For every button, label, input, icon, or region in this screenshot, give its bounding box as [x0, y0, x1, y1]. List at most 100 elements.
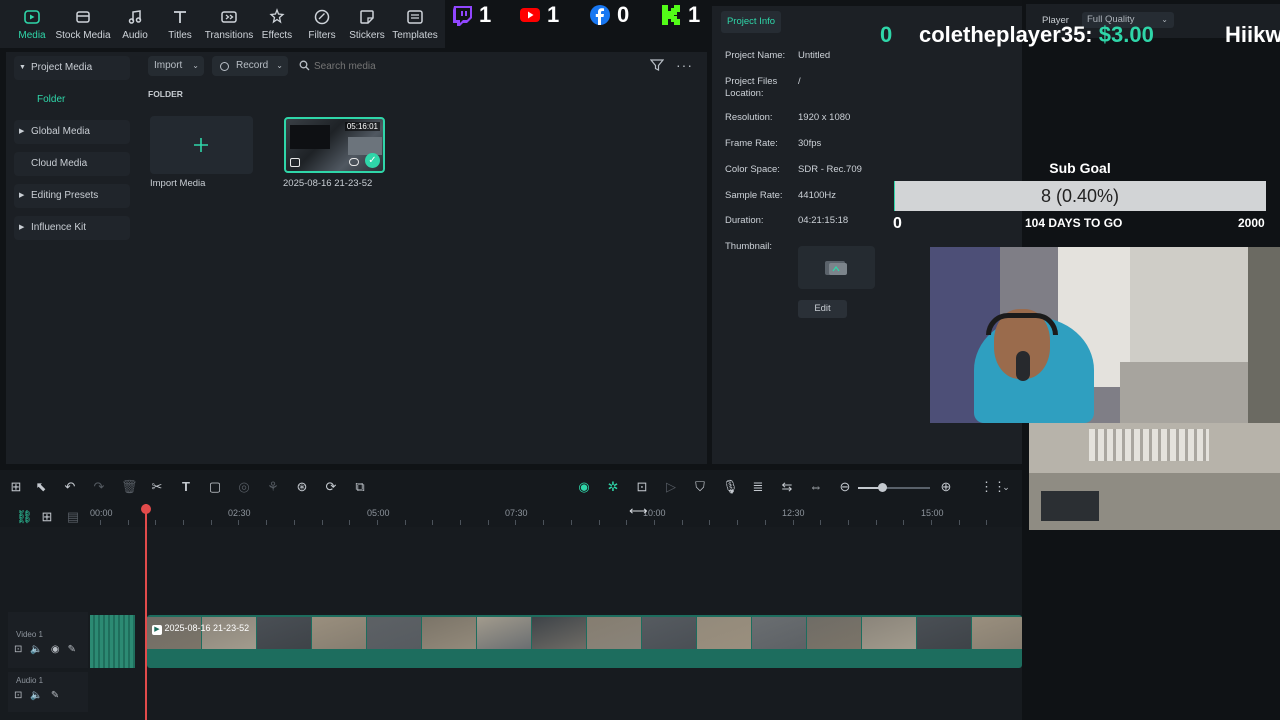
- sidebar-item-project-media[interactable]: ▼ Project Media: [14, 56, 130, 80]
- ruler-tick: [571, 520, 572, 525]
- track-edit-icon[interactable]: ✎: [68, 644, 84, 655]
- snap-icon[interactable]: ✲: [606, 480, 620, 494]
- ruler-tick: [183, 520, 184, 525]
- eye-icon[interactable]: ◉: [51, 644, 68, 655]
- edit-thumbnail-button[interactable]: Edit: [798, 300, 847, 318]
- tab-templates[interactable]: Templates: [387, 8, 443, 41]
- ruler-label: 02:30: [228, 508, 251, 518]
- replace-icon[interactable]: ⇆: [780, 480, 794, 494]
- tab-stickers-label: Stickers: [349, 30, 385, 41]
- youtube-counter: 1: [519, 2, 559, 28]
- plus-icon: [194, 138, 208, 152]
- lock-icon[interactable]: ⊡: [14, 644, 30, 655]
- thumbnail-frame: [348, 137, 382, 155]
- search-media-input[interactable]: [314, 57, 639, 75]
- webcam-feed: [930, 247, 1248, 423]
- playhead-handle[interactable]: [141, 504, 151, 514]
- ruler-tick: [100, 520, 101, 525]
- clip-frame: [917, 617, 971, 649]
- mute-icon[interactable]: 🔈: [30, 690, 50, 701]
- app-window: Media Stock Media Audio Titles Transitio…: [0, 0, 1280, 720]
- zoom-in-icon[interactable]: ⊕: [939, 480, 953, 494]
- audio-track-controls[interactable]: ⊡🔈✎: [14, 690, 67, 701]
- link-icon[interactable]: ⛓: [16, 510, 33, 524]
- play-preview-icon[interactable]: ▷: [664, 480, 678, 494]
- sidebar-item-label: Global Media: [31, 126, 90, 137]
- record-dropdown[interactable]: Record ⌄: [212, 56, 288, 76]
- stock-media-icon: [76, 11, 90, 23]
- fit-timeline-icon[interactable]: ⇔: [809, 480, 823, 494]
- sidebar-item-editing-presets[interactable]: ▶ Editing Presets: [14, 184, 130, 208]
- youtube-icon: [520, 8, 540, 22]
- tab-stock-media[interactable]: Stock Media: [55, 8, 111, 41]
- speed-icon[interactable]: ⟳: [324, 480, 338, 494]
- ai-tool-icon[interactable]: ⊛: [295, 480, 309, 494]
- chevron-down-icon[interactable]: ⌄: [999, 480, 1013, 494]
- chevron-down-icon: ⌄: [192, 61, 199, 70]
- video-track-controls[interactable]: ⊡🔈◉✎: [14, 644, 84, 655]
- sidebar-item-global-media[interactable]: ▶ Global Media: [14, 120, 130, 144]
- tab-project-info[interactable]: Project Info: [721, 11, 781, 33]
- zoom-slider-handle[interactable]: [878, 483, 887, 492]
- auto-ripple-icon[interactable]: ◉: [577, 480, 591, 494]
- ticker-tail: Hiikw: [1225, 22, 1280, 47]
- redo-icon[interactable]: ↷: [92, 480, 106, 494]
- audio-mixer-icon[interactable]: ≣: [751, 480, 765, 494]
- color-icon[interactable]: ◎: [237, 480, 251, 494]
- donation-amount: $3.00: [1098, 22, 1154, 47]
- filter-icon[interactable]: [650, 58, 664, 72]
- tab-titles[interactable]: Titles: [152, 8, 208, 41]
- text-tool-icon[interactable]: T: [179, 480, 193, 494]
- split-scissors-icon[interactable]: ✂: [150, 480, 164, 494]
- info-label: Color Space:: [725, 164, 780, 175]
- mute-icon[interactable]: 🔈: [30, 644, 50, 655]
- multicam-icon[interactable]: ⧉: [353, 480, 367, 494]
- sub-goal-min: 0: [893, 215, 902, 232]
- zoom-slider[interactable]: [858, 483, 930, 492]
- twitch-icon: [453, 6, 472, 26]
- sidebar-item-influence-kit[interactable]: ▶ Influence Kit: [14, 216, 130, 240]
- grid-view-icon[interactable]: ⋮⋮: [980, 480, 1006, 494]
- tab-media[interactable]: Media: [4, 8, 60, 41]
- add-track-icon[interactable]: ⊞: [40, 510, 54, 524]
- ticker-fragment: 0: [880, 22, 893, 47]
- undo-icon[interactable]: ↶: [63, 480, 77, 494]
- ruler-tick: [432, 520, 433, 525]
- render-preview-icon[interactable]: ⊡: [635, 480, 649, 494]
- import-dropdown[interactable]: Import ⌄: [148, 56, 204, 76]
- ruler-tick: [266, 520, 267, 525]
- thumbnail-frame: [290, 125, 330, 149]
- ruler-label: 07:30: [505, 508, 528, 518]
- more-options-icon[interactable]: ···: [676, 57, 693, 73]
- import-media-tile[interactable]: [150, 116, 253, 174]
- track-manager-icon[interactable]: ▤: [66, 510, 80, 524]
- sidebar-item-folder[interactable]: Folder: [14, 88, 130, 112]
- youtube-count: 1: [547, 2, 560, 27]
- lock-icon[interactable]: ⊡: [14, 690, 30, 701]
- ruler-tick: [986, 520, 987, 525]
- info-value: Untitled: [798, 50, 831, 61]
- track-edit-icon[interactable]: ✎: [51, 690, 67, 701]
- ruler-tick: [128, 520, 129, 525]
- microphone-icon[interactable]: 🎙: [722, 480, 739, 494]
- video-clip[interactable]: ▶ 2025-08-16 21-23-52: [147, 615, 1022, 668]
- ruler-tick: [903, 520, 904, 525]
- ruler-tick: [238, 520, 239, 525]
- select-tool-icon[interactable]: ⬉: [34, 480, 48, 494]
- thumbnail-preview[interactable]: [798, 246, 875, 289]
- layout-icon[interactable]: ⊞: [9, 480, 23, 494]
- delete-icon[interactable]: 🗑: [121, 480, 138, 494]
- media-clip-thumbnail[interactable]: 05:16:01 ✓: [284, 117, 385, 173]
- marker-icon[interactable]: ⛉: [693, 480, 707, 494]
- ruler-tick: [405, 520, 406, 525]
- playhead[interactable]: [141, 504, 151, 720]
- clip-frame: [587, 617, 641, 649]
- audio-icon: [128, 10, 142, 24]
- record-icon: [220, 62, 229, 71]
- effects-stack-icon[interactable]: ⚘: [266, 480, 280, 494]
- clip-frame: [257, 617, 311, 649]
- crop-icon[interactable]: ▢: [208, 480, 222, 494]
- zoom-out-icon[interactable]: ⊖: [838, 480, 852, 494]
- info-value: /: [798, 76, 801, 87]
- sidebar-item-cloud-media[interactable]: Cloud Media: [14, 152, 130, 176]
